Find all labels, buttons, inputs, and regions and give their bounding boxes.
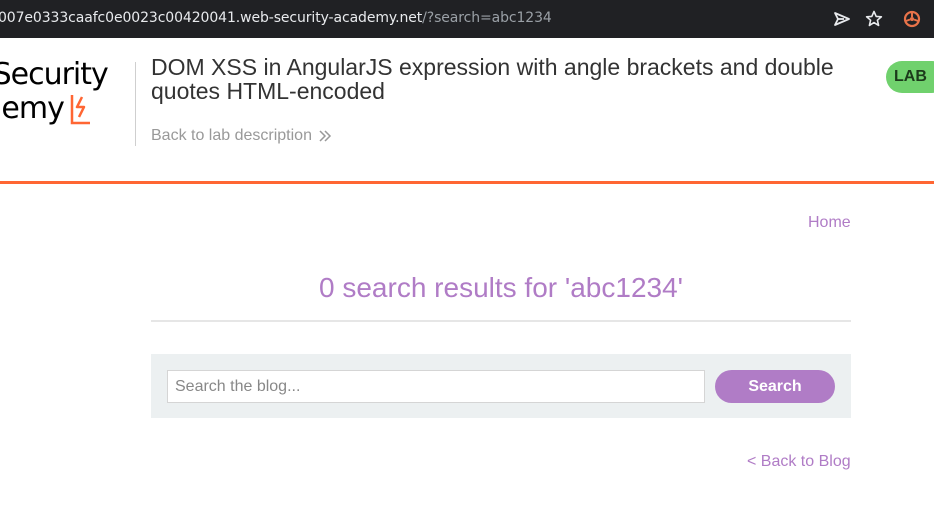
star-icon[interactable] — [864, 9, 884, 29]
lab-status-badge: LAB — [886, 61, 934, 93]
web-security-academy-logo[interactable]: b Security ademy — [0, 57, 109, 126]
lightning-bolt-icon — [70, 95, 90, 125]
header-accent-rule — [0, 181, 934, 184]
back-to-blog-link[interactable]: < Back to Blog — [747, 453, 851, 471]
lab-title: DOM XSS in AngularJS expression with ang… — [151, 54, 834, 104]
results-divider — [151, 320, 851, 322]
extension-icon[interactable] — [902, 9, 922, 29]
back-to-lab-label: Back to lab description — [151, 127, 312, 144]
home-link[interactable]: Home — [808, 214, 851, 232]
double-chevron-right-icon — [319, 130, 332, 142]
logo-text-line2: ademy — [0, 91, 65, 126]
search-results-title: 0 search results for 'abc1234' — [319, 272, 683, 303]
url-host: 007e0333caafc0e0023c00420041.web-securit… — [0, 10, 423, 26]
logo-text-line1: b Security — [0, 57, 109, 92]
address-bar[interactable]: 007e0333caafc0e0023c00420041.web-securit… — [0, 10, 552, 26]
back-to-lab-description-link[interactable]: Back to lab description — [151, 127, 332, 145]
browser-toolbar: 007e0333caafc0e0023c00420041.web-securit… — [0, 0, 934, 38]
search-button[interactable]: Search — [715, 370, 835, 403]
send-icon[interactable] — [832, 9, 852, 29]
lab-header: b Security ademy DOM XSS in AngularJS ex… — [0, 38, 934, 181]
url-query: /?search=abc1234 — [422, 10, 552, 26]
header-divider — [135, 62, 136, 146]
search-input[interactable] — [167, 370, 705, 403]
search-panel: Search — [151, 354, 851, 418]
